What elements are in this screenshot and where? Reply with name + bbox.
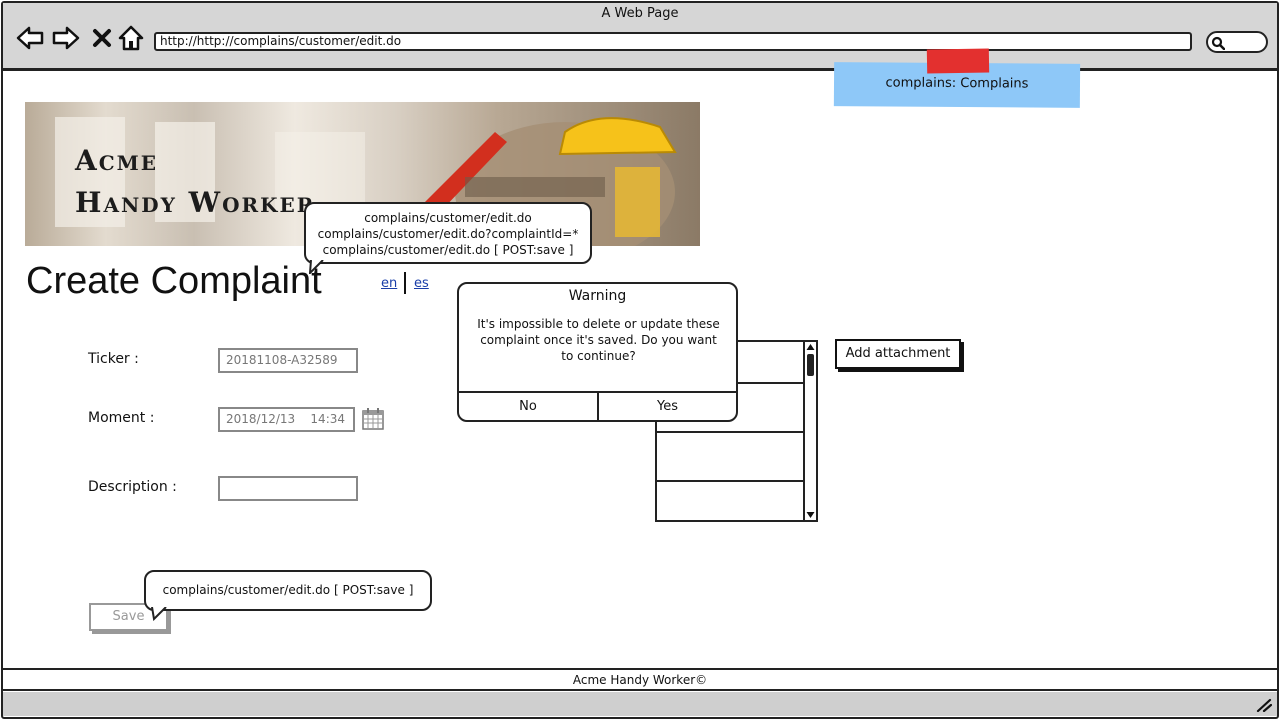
list-scrollbar[interactable] (803, 342, 816, 520)
page-footer: Acme Handy Worker© (3, 668, 1277, 691)
search-box[interactable] (1206, 31, 1268, 53)
moment-label: Moment : (88, 410, 155, 426)
callout-tail (151, 607, 167, 621)
callout-tail (309, 260, 324, 274)
add-attachment-button[interactable]: Add attachment (835, 339, 961, 369)
ticker-label: Ticker : (88, 351, 139, 367)
dialog-message: It's impossible to delete or update thes… (477, 317, 720, 363)
callout-line: complains/customer/edit.do (364, 211, 532, 225)
no-button[interactable]: No (459, 393, 597, 420)
warning-dialog: Warning It's impossible to delete or upd… (457, 282, 738, 422)
scroll-down-icon[interactable] (806, 511, 815, 519)
lang-en-link[interactable]: en (381, 276, 397, 291)
home-icon[interactable] (117, 24, 145, 52)
url-bar[interactable]: http://http://complains/customer/edit.do (154, 32, 1192, 51)
scroll-up-icon[interactable] (806, 343, 815, 351)
lang-es-link[interactable]: es (414, 276, 429, 291)
back-icon[interactable] (16, 24, 44, 52)
sticky-note-tape (926, 48, 990, 74)
list-divider (657, 431, 803, 433)
forward-icon[interactable] (52, 24, 80, 52)
url-callout: complains/customer/edit.do complains/cus… (304, 202, 592, 264)
calendar-icon[interactable] (361, 407, 385, 431)
dialog-title: Warning (568, 288, 627, 304)
page-title: Create Complaint (26, 260, 322, 302)
window-title: A Web Page (601, 6, 679, 21)
ticker-field: 20181108-A32589 (218, 348, 358, 373)
search-icon (1211, 36, 1225, 50)
save-callout: complains/customer/edit.do [ POST:save ] (144, 570, 432, 611)
banner-logo: Acme Handy Worker (75, 140, 315, 224)
moment-field: 2018/12/13 14:34 (218, 407, 355, 432)
close-icon[interactable] (88, 24, 116, 52)
description-label: Description : (88, 479, 177, 495)
description-field[interactable] (218, 476, 358, 501)
yes-button[interactable]: Yes (599, 393, 736, 420)
callout-line: complains/customer/edit.do?complaintId=* (317, 227, 579, 241)
list-divider (657, 480, 803, 482)
banner-logo-line2: Handy Worker (75, 186, 316, 219)
scroll-thumb[interactable] (807, 354, 814, 376)
status-bar (3, 692, 1277, 716)
resize-icon[interactable] (1256, 698, 1272, 712)
lang-separator (404, 272, 406, 294)
callout-line: complains/customer/edit.do [ POST:save ] (322, 243, 574, 257)
banner-logo-line1: Acme (75, 144, 159, 177)
